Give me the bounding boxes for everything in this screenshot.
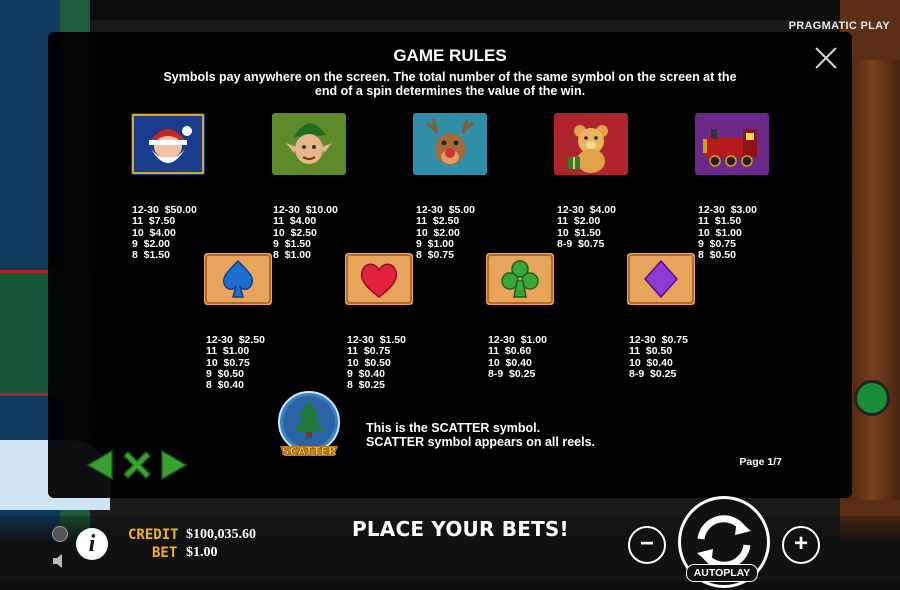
dialog-subtitle: Symbols pay anywhere on the screen. The …: [163, 70, 737, 98]
paytable-club: 12-30 $1.00 11 $0.60 10 $0.40 8-9 $0.25: [488, 333, 547, 381]
santa-symbol-icon: [131, 113, 205, 175]
paytable-spade: 12-30 $2.50 11 $1.00 10 $0.75 9 $0.50 8 $0.4…: [206, 333, 265, 392]
paytable-teddy-bear: 12-30 $4.00 11 $2.00 10 $1.50 8-9 $0.75: [557, 203, 616, 251]
train-symbol-icon: [695, 113, 769, 175]
heart-symbol-icon: [345, 253, 413, 305]
paytable-santa: 12-30 $50.00 11 $7.50 10 $4.00 9 $2.00 8 $1.…: [132, 203, 197, 262]
scatter-snowglobe-icon: SCATTER: [272, 388, 346, 468]
elf-symbol-icon: [272, 113, 346, 175]
close-icon[interactable]: [814, 46, 838, 70]
page-indicator: Page 1/7: [739, 456, 782, 468]
info-button[interactable]: i: [76, 528, 108, 560]
rules-navigation: [86, 448, 188, 482]
control-bar: i CREDIT $100,035.60 BET $1.00 PLACE YOU…: [0, 496, 900, 588]
bet-label: BET: [152, 545, 178, 561]
scatter-description: This is the SCATTER symbol. SCATTER symb…: [366, 421, 596, 449]
club-symbol-icon: [486, 253, 554, 305]
paytable-reindeer: 12-30 $5.00 11 $2.50 10 $2.00 9 $1.00 8 $0.7…: [416, 203, 475, 262]
paytable-diamond: 12-30 $0.75 11 $0.50 10 $0.40 8-9 $0.25: [629, 333, 688, 381]
autoplay-button[interactable]: AUTOPLAY: [686, 564, 758, 582]
paytable-elf: 12-30 $10.00 11 $4.00 10 $2.50 9 $1.50 8 $1.…: [273, 203, 338, 262]
reel-frame-right: [845, 60, 900, 500]
next-page-arrow-icon[interactable]: [160, 449, 188, 481]
paytable-heart: 12-30 $1.50 11 $0.75 10 $0.50 9 $0.40 8 $0.2…: [347, 333, 406, 392]
spade-symbol-icon: [204, 253, 272, 305]
credit-label: CREDIT: [128, 527, 179, 543]
menu-icon[interactable]: [52, 526, 68, 542]
bet-value: $1.00: [186, 545, 218, 560]
paytable-train: 12-30 $3.00 11 $1.50 10 $1.00 9 $0.75 8 $0.5…: [698, 203, 757, 262]
close-rules-x-icon[interactable]: [120, 448, 154, 482]
diamond-symbol-icon: [627, 253, 695, 305]
prev-page-arrow-icon[interactable]: [86, 449, 114, 481]
sound-icon[interactable]: [52, 554, 68, 568]
dialog-title: GAME RULES: [393, 46, 507, 65]
reindeer-symbol-icon: [413, 113, 487, 175]
increase-bet-button[interactable]: +: [782, 526, 820, 564]
status-message: PLACE YOUR BETS!: [352, 517, 569, 541]
game-rules-dialog: GAME RULES Symbols pay anywhere on the s…: [48, 32, 852, 498]
frame-light: [854, 380, 890, 416]
decrease-bet-button[interactable]: −: [628, 526, 666, 564]
teddy-bear-symbol-icon: [554, 113, 628, 175]
credit-value: $100,035.60: [186, 527, 256, 542]
brand-logo: PRAGMATIC PLAY: [788, 20, 890, 32]
scatter-label: SCATTER: [282, 445, 337, 458]
